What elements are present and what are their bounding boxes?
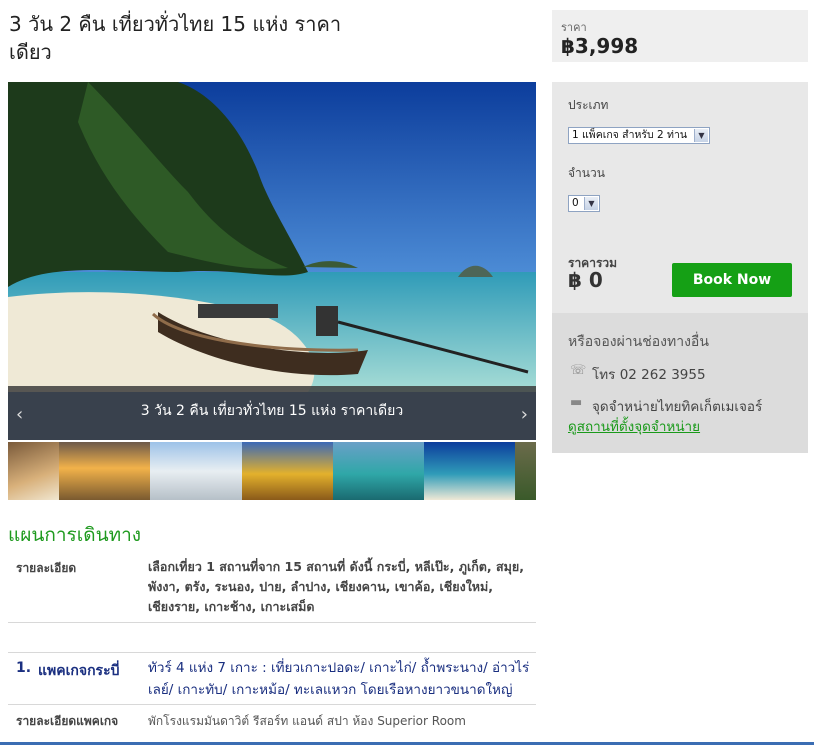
thumbnail[interactable] (424, 442, 515, 500)
chevron-down-icon: ▼ (584, 197, 598, 210)
store-locations-link[interactable]: ดูสถานที่ตั้งจุดจำหน่าย (568, 415, 700, 437)
slider-prev-icon[interactable]: ‹ (16, 404, 23, 425)
slider-next-icon[interactable]: › (521, 404, 528, 425)
thumbnail[interactable] (515, 442, 536, 500)
contact-phone: โทร 02 262 3955 (592, 367, 706, 383)
type-label: ประเภท (568, 98, 609, 112)
contact-title: หรือจองผ่านช่องทางอื่น (568, 334, 709, 350)
qty-label: จำนวน (568, 166, 605, 180)
chevron-down-icon: ▼ (694, 129, 708, 142)
package-description: ทัวร์ 4 แห่ง 7 เกาะ : เที่ยวเกาะปอดะ/ เก… (148, 660, 530, 698)
price-box: ราคา ฿3,998 (552, 10, 808, 62)
type-select-value: 1 แพ็คเกจ สำหรับ 2 ท่าน (572, 129, 688, 141)
divider (8, 652, 536, 653)
detail-label: รายละเอียด (16, 561, 77, 575)
total-value: ฿ 0 (568, 268, 603, 292)
contact-panel: หรือจองผ่านช่องทางอื่น ☏ โทร 02 262 3955… (552, 313, 808, 453)
divider (8, 622, 536, 623)
thumbnail[interactable] (59, 442, 150, 500)
booking-panel: ประเภท 1 แพ็คเกจ สำหรับ 2 ท่าน ▼ จำนวน 0… (552, 82, 808, 313)
thumbnail-strip (8, 442, 536, 500)
type-select[interactable]: 1 แพ็คเกจ สำหรับ 2 ท่าน ▼ (568, 127, 710, 144)
thumbnail[interactable] (8, 442, 59, 500)
contact-agent: จุดจำหน่ายไทยทิคเก็ตเมเจอร์ (592, 399, 763, 415)
package-name: แพคเกจกระบี่ (38, 663, 120, 679)
price-value: ฿3,998 (561, 34, 639, 58)
phone-icon: ☏ (570, 363, 587, 378)
thumbnail[interactable] (333, 442, 424, 500)
package-number: 1. (16, 660, 32, 676)
slide-caption-bar: 3 วัน 2 คืน เที่ยวทั่วไทย 15 แห่ง ราคาเด… (8, 386, 536, 440)
book-now-button[interactable]: Book Now (672, 263, 792, 297)
qty-select-value: 0 (572, 197, 579, 209)
thumbnail[interactable] (150, 442, 242, 500)
itinerary-title: แผนการเดินทาง (8, 524, 142, 546)
thumbnail[interactable] (242, 442, 333, 500)
ticket-icon: ▬ (570, 395, 583, 410)
page-title: 3 วัน 2 คืน เที่ยวทั่วไทย 15 แห่ง ราคาเด… (9, 12, 342, 64)
package-detail-text: พักโรงแรมมันดาวิต์ รีสอร์ท แอนด์ สปา ห้อ… (148, 714, 466, 728)
qty-select[interactable]: 0 ▼ (568, 195, 600, 212)
detail-text: เลือกเที่ยว 1 สถานที่จาก 15 สถานที่ ดังน… (148, 559, 524, 614)
slide-caption: 3 วัน 2 คืน เที่ยวทั่วไทย 15 แห่ง ราคาเด… (140, 403, 404, 419)
divider (8, 704, 536, 705)
photo-slider[interactable]: 3 วัน 2 คืน เที่ยวทั่วไทย 15 แห่ง ราคาเด… (8, 82, 536, 440)
package-detail-label: รายละเอียดแพคเกจ (16, 714, 119, 728)
